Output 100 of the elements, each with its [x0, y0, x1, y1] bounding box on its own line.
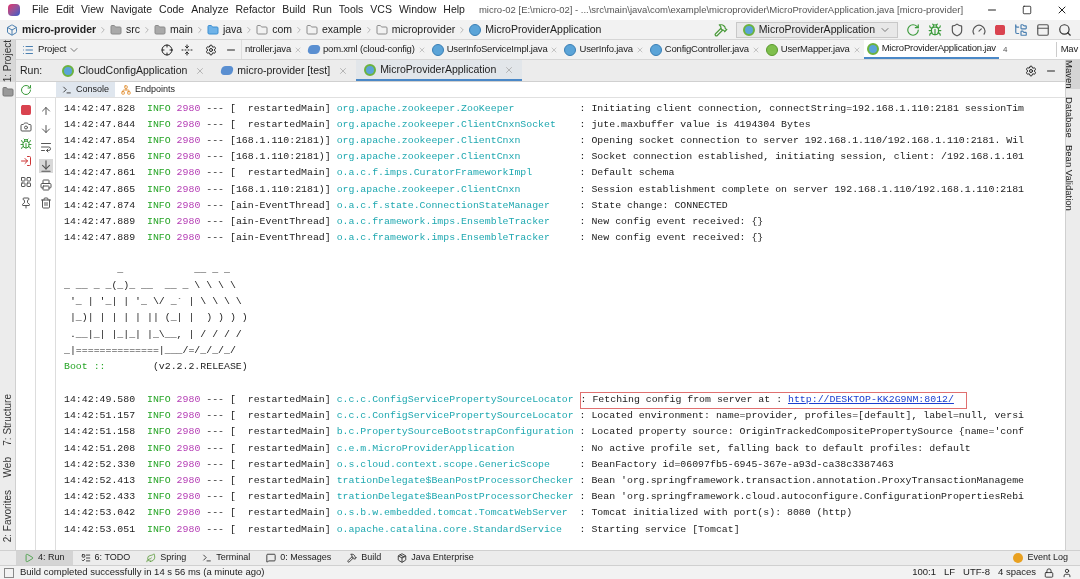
- settings-icon[interactable]: [205, 43, 217, 56]
- breadcrumb-item[interactable]: MicroProviderApplication: [485, 21, 602, 38]
- breadcrumb-item[interactable]: main: [170, 21, 193, 38]
- tool-window-tab[interactable]: Build: [339, 551, 390, 565]
- log-message: : Tomcat initialized with port(s): 8080 (http): [579, 506, 853, 521]
- folder-icon: [154, 23, 167, 36]
- rerun-icon[interactable]: [20, 83, 32, 96]
- run-configuration-dropdown[interactable]: MicroProviderApplication: [735, 21, 898, 38]
- log-link[interactable]: http://DESKTOP-KK2G9NM:8012/: [788, 393, 954, 408]
- menu-item[interactable]: File: [32, 2, 49, 18]
- editor-tab[interactable]: MicroProviderApplication.jav: [863, 40, 999, 59]
- cursor-position[interactable]: 100:1: [912, 565, 936, 579]
- editor-tab[interactable]: UserInfoServiceImpl.java: [428, 40, 562, 59]
- log-message: : Located property source: OriginTrackedCompositePropertySource {name='conf: [579, 425, 1025, 440]
- debug-icon[interactable]: [928, 22, 942, 37]
- thread-name: [ain-EventThread]: [229, 214, 331, 229]
- stop-icon[interactable]: [19, 104, 32, 116]
- layout-icon[interactable]: [19, 176, 32, 188]
- breadcrumb-item[interactable]: com: [272, 21, 292, 38]
- stop-icon[interactable]: [994, 23, 1006, 36]
- editor-tab[interactable]: UserInfo.java: [561, 40, 647, 59]
- chevron-icon: [294, 24, 304, 35]
- tool-window-tab[interactable]: Database: [1066, 96, 1080, 138]
- tool-window-tab[interactable]: Mav: [1055, 42, 1080, 57]
- run-tab[interactable]: MicroProviderApplication: [356, 60, 523, 81]
- file-encoding[interactable]: UTF-8: [963, 565, 990, 579]
- run-tab[interactable]: CloudConfigApplication: [54, 60, 214, 81]
- menu-item[interactable]: VCS: [370, 2, 392, 18]
- event-log-tab[interactable]: Event Log: [1013, 551, 1068, 565]
- module-icon: [6, 23, 18, 36]
- indent-setting[interactable]: 4 spaces: [997, 565, 1036, 579]
- tool-window-tab[interactable]: Maven: [1066, 60, 1080, 89]
- status-toggle-icon[interactable]: [4, 567, 14, 578]
- menu-item[interactable]: Refactor: [235, 2, 276, 18]
- breadcrumb-item[interactable]: src: [126, 21, 141, 38]
- console-tab[interactable]: Endpoints: [115, 82, 182, 97]
- settings-icon[interactable]: [1025, 64, 1037, 77]
- locate-icon[interactable]: [161, 43, 173, 56]
- project-structure-icon[interactable]: [1014, 22, 1028, 37]
- up-arrow-icon[interactable]: [39, 105, 52, 117]
- tool-window-tab[interactable]: 1: Project: [0, 40, 19, 83]
- search-icon[interactable]: [1058, 22, 1072, 37]
- tool-window-tab[interactable]: Java Enterprise: [389, 551, 482, 565]
- menu-item[interactable]: Code: [159, 2, 185, 18]
- rerun-icon[interactable]: [906, 22, 920, 37]
- menu-item[interactable]: View: [81, 2, 104, 18]
- user-icon[interactable]: [1062, 567, 1072, 578]
- console-tab[interactable]: Console: [56, 82, 116, 97]
- tool-window-tab[interactable]: Spring: [138, 551, 195, 565]
- editor-tab[interactable]: ntroller.java: [242, 40, 305, 59]
- menu-item[interactable]: Edit: [55, 2, 74, 18]
- run-tab[interactable]: micro-provider [test]: [213, 60, 357, 81]
- menu-item[interactable]: Window: [398, 2, 437, 18]
- thread-name: [168.1.110:2181)]: [229, 134, 331, 149]
- breadcrumb-item[interactable]: micro-provider: [22, 21, 97, 38]
- coverage-icon[interactable]: [950, 22, 964, 37]
- tool-window-tab[interactable]: 4: Run: [16, 551, 73, 565]
- line-separator[interactable]: LF: [943, 565, 956, 579]
- editor-tab[interactable]: pom.xml (cloud-config): [305, 40, 429, 59]
- editor-tab[interactable]: UserMapper.java: [762, 40, 864, 59]
- debug-icon[interactable]: [19, 138, 32, 150]
- tool-window-tab[interactable]: Web: [0, 457, 19, 478]
- soft-wrap-icon[interactable]: [39, 141, 52, 153]
- log-message: : Bean 'org.springframework.transaction.annotation.ProxyTransactionManageme: [579, 473, 1025, 488]
- restore-icon[interactable]: [1022, 5, 1032, 15]
- breadcrumb-item[interactable]: microprovider: [391, 21, 456, 38]
- close-icon[interactable]: [1056, 4, 1068, 16]
- build-icon[interactable]: [713, 22, 728, 37]
- tool-window-tab[interactable]: 7: Structure: [0, 393, 19, 446]
- trash-icon[interactable]: [39, 197, 52, 209]
- log-separator: ---: [206, 198, 225, 213]
- collapse-icon[interactable]: [181, 43, 193, 56]
- breadcrumb-item[interactable]: example: [322, 21, 362, 38]
- menu-item[interactable]: Run: [312, 2, 332, 18]
- print-icon[interactable]: [39, 179, 52, 191]
- pin-icon[interactable]: [19, 197, 32, 209]
- tool-window-tab[interactable]: Bean Validation: [1066, 145, 1080, 212]
- down-arrow-icon[interactable]: [39, 123, 52, 135]
- window-icon[interactable]: [1036, 22, 1050, 37]
- menu-item[interactable]: Build: [282, 2, 306, 18]
- camera-icon[interactable]: [19, 121, 32, 133]
- tool-window-tab[interactable]: Terminal: [194, 551, 259, 565]
- menu-item[interactable]: Analyze: [191, 2, 229, 18]
- tool-window-tab[interactable]: 0: Messages: [258, 551, 340, 565]
- menu-item[interactable]: Tools: [338, 2, 364, 18]
- tool-window-tab[interactable]: 2: Favorites: [0, 489, 19, 542]
- exit-icon[interactable]: [19, 155, 32, 167]
- menu-item[interactable]: Help: [443, 2, 465, 18]
- editor-tab[interactable]: ConfigController.java: [646, 40, 763, 59]
- log-separator: ---: [206, 214, 225, 229]
- breadcrumb-item[interactable]: java: [222, 21, 243, 38]
- log-message: : No active profile set, falling back to default profiles: default: [579, 441, 971, 456]
- project-view-icon: [22, 43, 34, 56]
- lock-icon[interactable]: [1044, 567, 1054, 578]
- project-view-dropdown[interactable]: Project: [38, 42, 81, 57]
- menu-item[interactable]: Navigate: [110, 2, 153, 18]
- tab-overflow-button[interactable]: 4: [1002, 43, 1008, 56]
- scroll-to-end-icon[interactable]: [38, 159, 53, 173]
- profiler-icon[interactable]: [972, 22, 986, 37]
- tool-window-tab[interactable]: 6: TODO: [72, 551, 139, 565]
